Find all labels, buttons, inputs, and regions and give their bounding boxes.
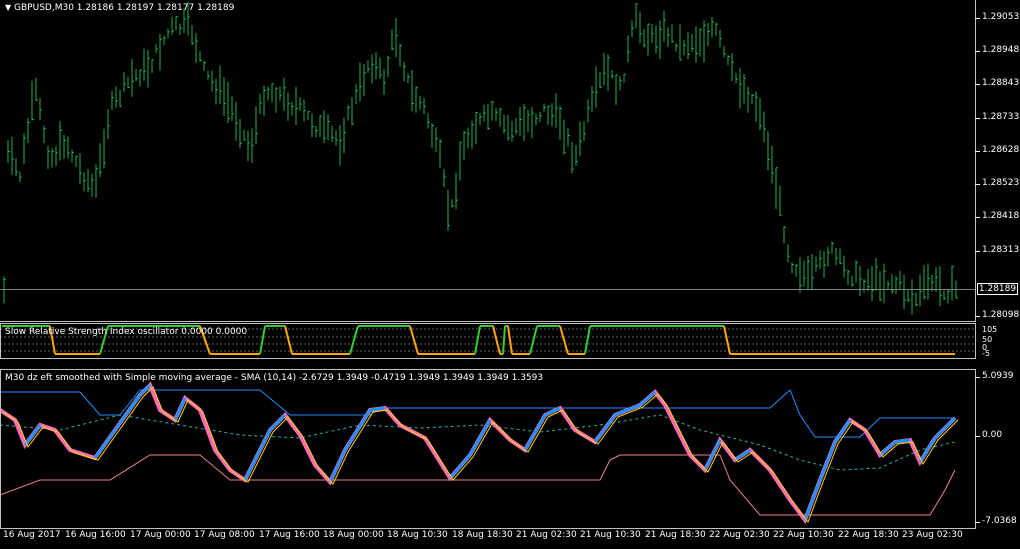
dz-axis-label: 0.00	[982, 430, 1003, 440]
price-label: 1.28418	[982, 211, 1020, 221]
current-price-box: 1.28189	[977, 283, 1018, 295]
price-label: 1.28733	[982, 112, 1020, 122]
price-axis: 1.29053 1.28948 1.28843 1.28733 1.28628 …	[975, 0, 1020, 322]
time-label: 17 Aug 16:00	[259, 530, 320, 540]
dz-axis-label: -7.0368	[982, 516, 1017, 526]
price-label: 1.28843	[982, 78, 1020, 88]
time-label: 17 Aug 00:00	[130, 530, 191, 540]
time-label: 21 Aug 18:30	[645, 530, 706, 540]
rsi-axis-label: -5	[982, 349, 990, 358]
rsi-axis-label: 105	[982, 325, 998, 334]
time-label: 21 Aug 10:30	[580, 530, 641, 540]
time-label: 22 Aug 02:30	[709, 530, 770, 540]
dz-axis-label: 5.0939	[982, 371, 1014, 381]
rsi-axis: 105 50 0 -5	[975, 323, 1020, 359]
price-label: 1.28523	[982, 178, 1020, 188]
price-label: 1.28098	[982, 310, 1020, 320]
time-label: 17 Aug 08:00	[194, 530, 255, 540]
current-price-line	[0, 289, 975, 290]
time-label: 16 Aug 2017	[3, 530, 61, 540]
price-label: 1.28948	[982, 45, 1020, 55]
price-panel-border	[0, 0, 976, 322]
price-label: 1.28628	[982, 145, 1020, 155]
dz-panel-border	[0, 369, 976, 529]
rsi-panel-border	[0, 323, 976, 359]
time-label: 18 Aug 18:30	[452, 530, 513, 540]
time-label: 22 Aug 10:30	[773, 530, 834, 540]
time-label: 18 Aug 00:00	[323, 530, 384, 540]
time-label: 23 Aug 02:30	[902, 530, 963, 540]
time-label: 18 Aug 10:30	[387, 530, 448, 540]
dz-axis: 5.0939 0.00 -7.0368	[975, 369, 1020, 529]
time-label: 21 Aug 02:30	[516, 530, 577, 540]
time-label: 16 Aug 16:00	[65, 530, 126, 540]
time-label: 22 Aug 18:30	[838, 530, 899, 540]
price-label: 1.28313	[982, 245, 1020, 255]
price-label: 1.29053	[982, 12, 1020, 22]
